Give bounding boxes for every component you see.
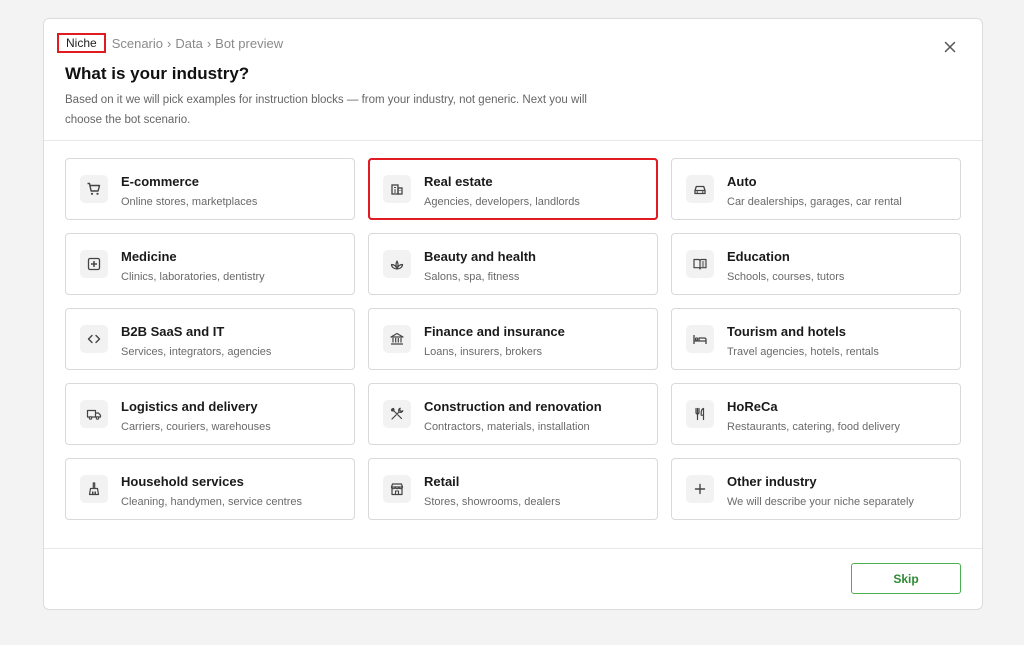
industry-title: Beauty and health bbox=[424, 249, 536, 264]
industry-description: Contractors, materials, installation bbox=[424, 421, 590, 433]
industry-grid: E-commerce Online stores, marketplaces Rea… bbox=[65, 158, 961, 520]
industry-title: Construction and renovation bbox=[424, 399, 602, 414]
medical-icon bbox=[80, 250, 108, 278]
industry-card[interactable]: Auto Car dealerships, garages, car rental bbox=[671, 158, 961, 220]
building-icon bbox=[383, 175, 411, 203]
industry-title: Retail bbox=[424, 474, 460, 489]
industry-card[interactable]: Finance and insurance Loans, insurers, br… bbox=[368, 308, 658, 370]
industry-title: Household services bbox=[121, 474, 244, 489]
car-icon bbox=[686, 175, 714, 203]
industry-card[interactable]: Medicine Clinics, laboratories, dentistry bbox=[65, 233, 355, 295]
industry-title: Tourism and hotels bbox=[727, 324, 846, 339]
breadcrumb-scenario[interactable]: Scenario bbox=[112, 36, 163, 51]
industry-description: Clinics, laboratories, dentistry bbox=[121, 271, 265, 283]
industry-card[interactable]: Logistics and delivery Carriers, couriers… bbox=[65, 383, 355, 445]
industry-description: Loans, insurers, brokers bbox=[424, 346, 542, 358]
industry-card[interactable]: E-commerce Online stores, marketplaces bbox=[65, 158, 355, 220]
industry-card[interactable]: Tourism and hotels Travel agencies, hotel… bbox=[671, 308, 961, 370]
industry-title: HoReCa bbox=[727, 399, 778, 414]
industry-description: Travel agencies, hotels, rentals bbox=[727, 346, 879, 358]
cart-icon bbox=[80, 175, 108, 203]
code-icon bbox=[80, 325, 108, 353]
cutlery-icon bbox=[686, 400, 714, 428]
industry-description: Car dealerships, garages, car rental bbox=[727, 196, 902, 208]
industry-card[interactable]: HoReCa Restaurants, catering, food delive… bbox=[671, 383, 961, 445]
industry-title: Logistics and delivery bbox=[121, 399, 258, 414]
industry-description: Carriers, couriers, warehouses bbox=[121, 421, 271, 433]
breadcrumb-data[interactable]: Data bbox=[175, 36, 202, 51]
book-icon bbox=[686, 250, 714, 278]
modal-header: Niche Scenario › Data › Bot preview What… bbox=[44, 19, 982, 141]
spa-icon bbox=[383, 250, 411, 278]
industry-description: We will describe your niche separately bbox=[727, 496, 914, 508]
industry-title: Auto bbox=[727, 174, 757, 189]
industry-description: Agencies, developers, landlords bbox=[424, 196, 580, 208]
bank-icon bbox=[383, 325, 411, 353]
close-icon[interactable] bbox=[942, 39, 958, 55]
breadcrumb-bot-preview[interactable]: Bot preview bbox=[215, 36, 283, 51]
industry-card[interactable]: Beauty and health Salons, spa, fitness bbox=[368, 233, 658, 295]
industry-card[interactable]: Household services Cleaning, handymen, se… bbox=[65, 458, 355, 520]
broom-icon bbox=[80, 475, 108, 503]
page-subtitle: Based on it we will pick examples for in… bbox=[65, 94, 587, 126]
industry-description: Schools, courses, tutors bbox=[727, 271, 845, 283]
industry-description: Restaurants, catering, food delivery bbox=[727, 421, 901, 433]
tools-icon bbox=[383, 400, 411, 428]
industry-title: B2B SaaS and IT bbox=[121, 324, 225, 339]
breadcrumb-niche[interactable]: Niche bbox=[57, 33, 106, 53]
industry-title: Real estate bbox=[424, 174, 493, 189]
industry-description: Salons, spa, fitness bbox=[424, 271, 520, 283]
industry-card[interactable]: Education Schools, courses, tutors bbox=[671, 233, 961, 295]
industry-description: Cleaning, handymen, service centres bbox=[121, 496, 302, 508]
skip-button[interactable]: Skip bbox=[851, 563, 961, 594]
truck-icon bbox=[80, 400, 108, 428]
page-title: What is your industry? bbox=[65, 64, 250, 83]
bed-icon bbox=[686, 325, 714, 353]
breadcrumb: Niche Scenario › Data › Bot preview bbox=[57, 33, 283, 53]
industry-title: Medicine bbox=[121, 249, 177, 264]
industry-modal: Niche Scenario › Data › Bot preview What… bbox=[43, 18, 983, 610]
breadcrumb-separator: › bbox=[206, 35, 212, 51]
industry-description: Online stores, marketplaces bbox=[121, 196, 258, 208]
industry-card[interactable]: Retail Stores, showrooms, dealers bbox=[368, 458, 658, 520]
industry-description: Stores, showrooms, dealers bbox=[424, 496, 561, 508]
store-icon bbox=[383, 475, 411, 503]
industry-card[interactable]: Construction and renovation Contractors, … bbox=[368, 383, 658, 445]
industry-title: Finance and insurance bbox=[424, 324, 565, 339]
industry-card[interactable]: Real estate Agencies, developers, landlor… bbox=[368, 158, 658, 220]
breadcrumb-separator: › bbox=[167, 35, 172, 51]
industry-title: E-commerce bbox=[121, 174, 200, 189]
modal-footer: Skip bbox=[44, 548, 982, 609]
industry-card[interactable]: B2B SaaS and IT Services, integrators, ag… bbox=[65, 308, 355, 370]
industry-card[interactable]: Other industry We will describe your nich… bbox=[671, 458, 961, 520]
industry-title: Education bbox=[727, 249, 790, 264]
plus-icon bbox=[686, 475, 714, 503]
industry-title: Other industry bbox=[727, 474, 817, 489]
industry-description: Services, integrators, agencies bbox=[121, 346, 272, 358]
